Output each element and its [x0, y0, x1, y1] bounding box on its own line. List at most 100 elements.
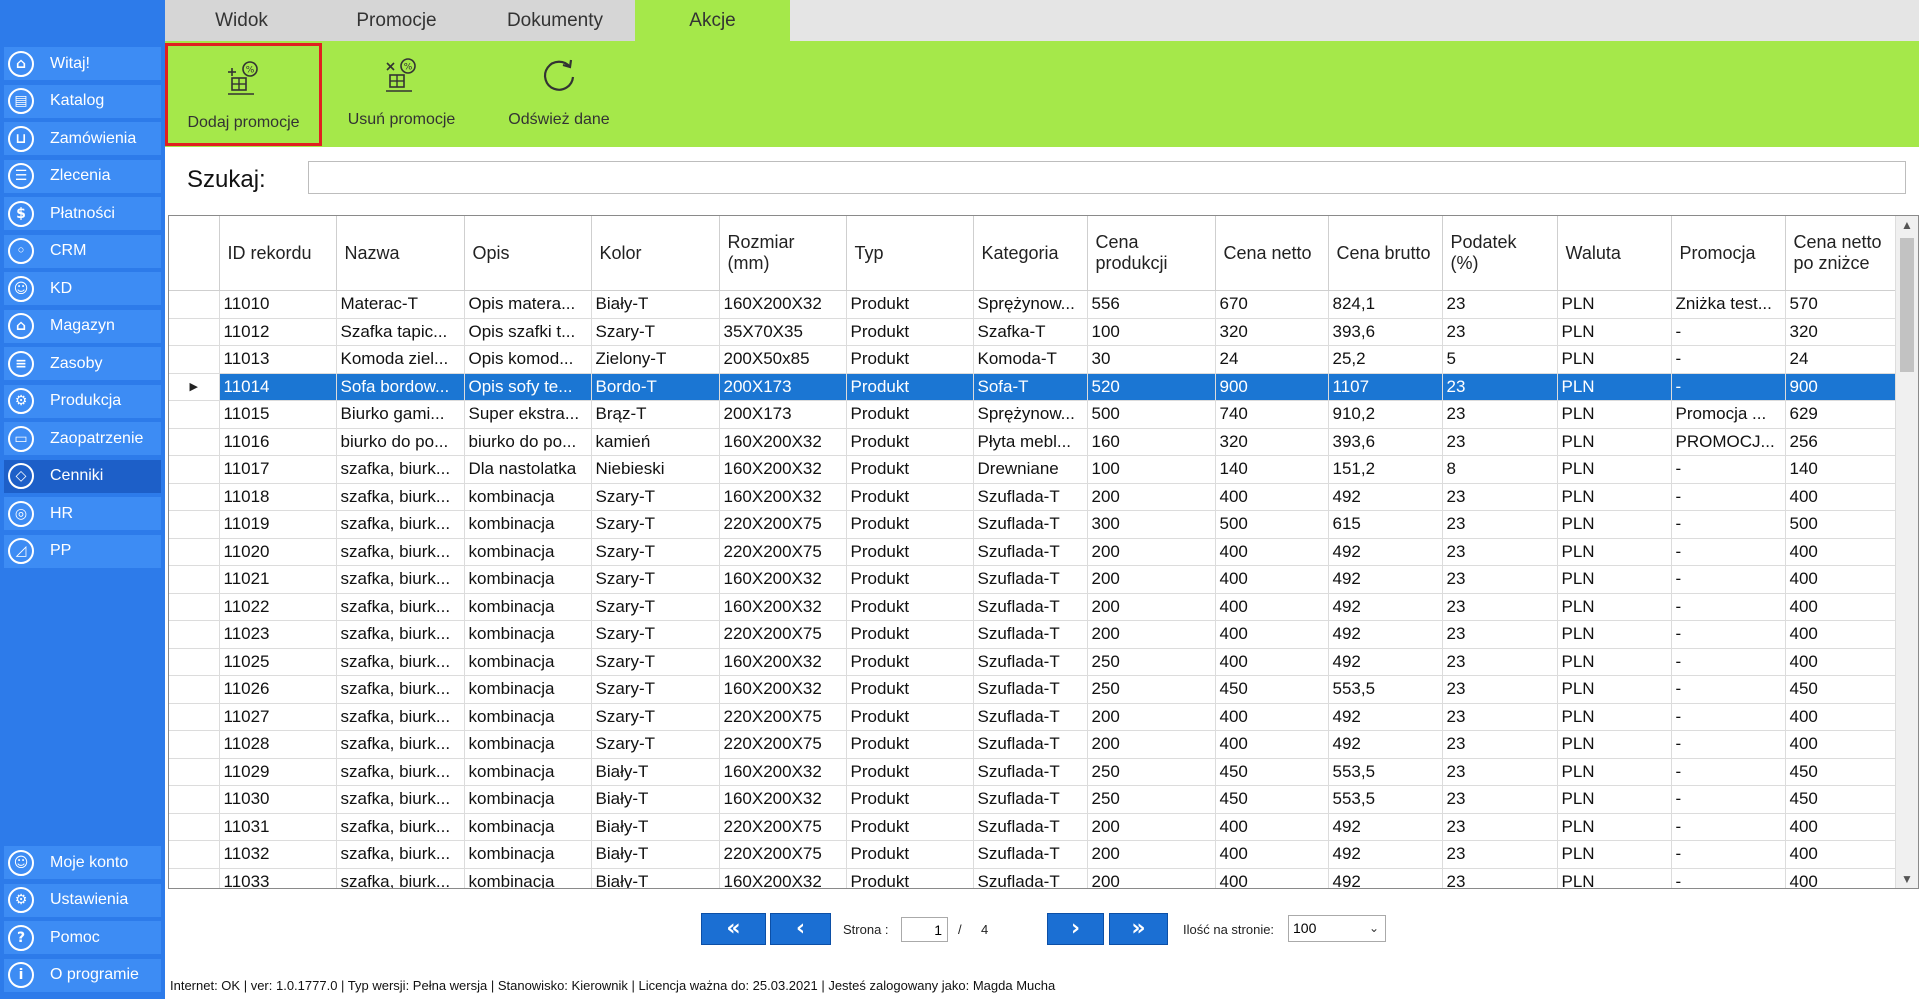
table-row[interactable]: 11031 szafka, biurk... kombinacja Biały-T 22… [169, 813, 1898, 841]
table-cell: 11012 [219, 318, 337, 346]
table-row[interactable]: ▶ 11014 Sofa bordow... Opis sofy te... Bordo… [169, 373, 1898, 401]
column-header[interactable]: Podatek (%) [1442, 216, 1558, 291]
row-header[interactable]: ▶ [169, 373, 220, 401]
row-header[interactable] [169, 703, 220, 731]
row-header[interactable] [169, 593, 220, 621]
sidebar-item-zasoby[interactable]: ≡ Zasoby [4, 347, 161, 380]
table-cell: PLN [1557, 428, 1672, 456]
row-header[interactable] [169, 538, 220, 566]
row-header[interactable] [169, 675, 220, 704]
scroll-up-icon[interactable]: ▲ [1896, 216, 1918, 234]
table-row[interactable]: 11033 szafka, biurk... kombinacja Biały-T 16… [169, 868, 1898, 888]
row-header[interactable] [169, 290, 220, 319]
sidebar-item-cenniki[interactable]: ◇ Cenniki [4, 459, 161, 493]
tab-dokumenty[interactable]: Dokumenty [475, 0, 635, 41]
add-promotion-button[interactable]: % Dodaj promocje [165, 43, 322, 146]
row-header[interactable] [169, 620, 220, 649]
column-header[interactable]: Waluta [1557, 216, 1672, 291]
row-header[interactable] [169, 868, 220, 888]
last-page-button[interactable]: » [1109, 913, 1168, 945]
tab-akcje[interactable]: Akcje [635, 0, 790, 41]
sidebar-item-crm[interactable]: ◦ CRM [4, 234, 161, 268]
sidebar-item-katalog[interactable]: ▤ Katalog [4, 84, 161, 118]
column-header[interactable]: Cena produkcji [1087, 216, 1216, 291]
column-header[interactable]: Nazwa [336, 216, 465, 291]
table-cell: 11031 [219, 813, 337, 841]
column-header[interactable]: Opis [464, 216, 592, 291]
sidebar-item-witaj[interactable]: ⌂ Witaj! [4, 47, 161, 80]
scroll-thumb[interactable] [1900, 238, 1914, 372]
row-header[interactable] [169, 345, 220, 374]
scroll-down-icon[interactable]: ▼ [1896, 870, 1918, 888]
tab-promocje[interactable]: Promocje [318, 0, 475, 41]
table-row[interactable]: 11022 szafka, biurk... kombinacja Szary-T 16… [169, 593, 1898, 621]
table-row[interactable]: 11017 szafka, biurk... Dla nastolatka Niebi… [169, 455, 1898, 484]
table-row[interactable]: 11028 szafka, biurk... kombinacja Szary-T 22… [169, 730, 1898, 759]
row-header[interactable] [169, 813, 220, 841]
row-header[interactable] [169, 758, 220, 786]
column-header[interactable]: Cena brutto [1328, 216, 1443, 291]
row-header[interactable] [169, 840, 220, 869]
sidebar-item-zaopatrzenie[interactable]: ▭ Zaopatrzenie [4, 422, 161, 455]
search-input[interactable] [308, 161, 1906, 194]
sidebar-item-moje-konto[interactable]: ☺ Moje konto [4, 846, 161, 879]
column-header[interactable]: Cena netto [1215, 216, 1329, 291]
row-header[interactable] [169, 730, 220, 759]
sidebar-item-zamówienia[interactable]: ⊔ Zamówienia [4, 122, 161, 155]
table-row[interactable]: 11026 szafka, biurk... kombinacja Szary-T 16… [169, 675, 1898, 704]
table-cell: 23 [1442, 565, 1558, 594]
table-row[interactable]: 11018 szafka, biurk... kombinacja Szary-T 16… [169, 483, 1898, 511]
row-header[interactable] [169, 455, 220, 484]
table-row[interactable]: 11032 szafka, biurk... kombinacja Biały-T 22… [169, 840, 1898, 869]
column-header[interactable]: Cena netto po zniżce [1785, 216, 1898, 291]
sidebar-item-pomoc[interactable]: ? Pomoc [4, 921, 161, 954]
table-row[interactable]: 11016 biurko do po... biurko do po... kamie… [169, 428, 1898, 456]
row-header[interactable] [169, 510, 220, 539]
vertical-scrollbar[interactable]: ▲ ▼ [1895, 216, 1918, 888]
table-row[interactable]: 11013 Komoda ziel... Opis komod... Zielony-… [169, 345, 1898, 374]
row-header[interactable] [169, 785, 220, 814]
table-row[interactable]: 11025 szafka, biurk... kombinacja Szary-T 16… [169, 648, 1898, 676]
sidebar-item-zlecenia[interactable]: ☰ Zlecenia [4, 159, 161, 193]
sidebar-item-o-programie[interactable]: i O programie [4, 958, 161, 992]
remove-promotion-button[interactable]: % Usuń promocje [329, 43, 474, 146]
first-page-button[interactable]: « [701, 913, 766, 945]
table-cell: 11020 [219, 538, 337, 566]
table-row[interactable]: 11019 szafka, biurk... kombinacja Szary-T 22… [169, 510, 1898, 539]
table-row[interactable]: 11021 szafka, biurk... kombinacja Szary-T 16… [169, 565, 1898, 594]
table-row[interactable]: 11027 szafka, biurk... kombinacja Szary-T 22… [169, 703, 1898, 731]
row-header[interactable] [169, 400, 220, 429]
row-header[interactable] [169, 565, 220, 594]
table-row[interactable]: 11030 szafka, biurk... kombinacja Biały-T 16… [169, 785, 1898, 814]
sidebar-item-pp[interactable]: ◿ PP [4, 534, 161, 568]
table-row[interactable]: 11023 szafka, biurk... kombinacja Szary-T 22… [169, 620, 1898, 649]
page-number-input[interactable] [901, 917, 948, 942]
sidebar-item-hr[interactable]: ◎ HR [4, 497, 161, 530]
sidebar-item-magazyn[interactable]: ⌂ Magazyn [4, 309, 161, 343]
column-header[interactable]: Rozmiar (mm) [719, 216, 847, 291]
column-header[interactable]: ID rekordu [219, 216, 337, 291]
row-header[interactable] [169, 483, 220, 511]
tab-widok[interactable]: Widok [165, 0, 318, 41]
sidebar-item-produkcja[interactable]: ⚙ Produkcja [4, 384, 161, 418]
table-row[interactable]: 11015 Biurko gami... Super ekstra... Brąz-T… [169, 400, 1898, 429]
row-header[interactable] [169, 318, 220, 346]
table-cell: 492 [1328, 648, 1443, 676]
row-header[interactable] [169, 428, 220, 456]
next-page-button[interactable]: › [1047, 913, 1104, 945]
row-header[interactable] [169, 648, 220, 676]
previous-page-button[interactable]: ‹ [770, 913, 831, 945]
sidebar-item-ustawienia[interactable]: ⚙ Ustawienia [4, 883, 161, 917]
column-header[interactable]: Typ [846, 216, 974, 291]
refresh-data-button[interactable]: Odśwież dane [484, 43, 634, 146]
column-header[interactable]: Promocja [1671, 216, 1786, 291]
sidebar-item-płatności[interactable]: $ Płatności [4, 197, 161, 230]
table-row[interactable]: 11029 szafka, biurk... kombinacja Biały-T 16… [169, 758, 1898, 786]
sidebar-item-kd[interactable]: ☺ KD [4, 272, 161, 305]
per-page-select[interactable]: 100 ⌄ [1288, 915, 1386, 942]
table-row[interactable]: 11020 szafka, biurk... kombinacja Szary-T 22… [169, 538, 1898, 566]
table-row[interactable]: 11012 Szafka tapic... Opis szafki t... Szar… [169, 318, 1898, 346]
table-row[interactable]: 11010 Materac-T Opis matera... Biały-T 160X2… [169, 290, 1898, 319]
column-header[interactable]: Kolor [591, 216, 720, 291]
column-header[interactable]: Kategoria [973, 216, 1088, 291]
